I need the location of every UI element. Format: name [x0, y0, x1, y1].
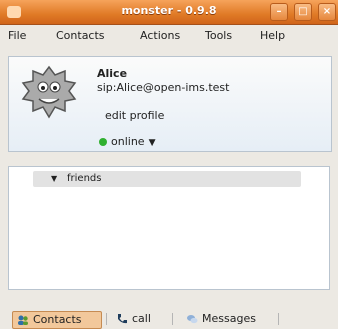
tab-label: Messages — [202, 312, 256, 325]
tab-call[interactable]: call — [112, 311, 162, 327]
menu-contacts[interactable]: Contacts — [56, 29, 105, 42]
menu-bar: File Contacts Actions Tools Help — [0, 25, 338, 47]
phone-icon — [118, 314, 127, 324]
status-selector[interactable]: online ▼ — [99, 135, 155, 148]
menu-help[interactable]: Help — [260, 29, 285, 42]
tab-contacts[interactable]: Contacts — [12, 311, 102, 329]
profile-panel: Alice sip:Alice@open-ims.test edit profi… — [8, 56, 332, 152]
contact-list: ▼ friends — [8, 166, 330, 290]
maximize-button[interactable]: □ — [294, 3, 312, 21]
menu-actions[interactable]: Actions — [140, 29, 180, 42]
title-bar[interactable]: monster - 0.9.8 – □ × — [0, 0, 338, 25]
minimize-button[interactable]: – — [270, 3, 288, 21]
tab-label: Contacts — [33, 313, 82, 326]
tab-label: call — [132, 312, 151, 325]
tab-separator — [172, 313, 173, 325]
status-dot-icon — [99, 138, 107, 146]
tab-separator — [106, 313, 107, 325]
avatar[interactable] — [19, 63, 79, 123]
monster-avatar-icon — [21, 65, 77, 119]
tab-separator — [278, 313, 279, 325]
close-button[interactable]: × — [318, 3, 336, 21]
group-label: friends — [67, 173, 102, 184]
group-header-friends[interactable]: ▼ friends — [33, 171, 301, 187]
status-label: online — [111, 135, 145, 148]
profile-sip: sip:Alice@open-ims.test — [97, 81, 230, 94]
tab-bar: Contacts call Messages — [0, 305, 338, 329]
contacts-icon — [18, 315, 28, 325]
tab-messages[interactable]: Messages — [182, 311, 272, 327]
menu-tools[interactable]: Tools — [205, 29, 232, 42]
edit-profile-link[interactable]: edit profile — [105, 109, 164, 122]
chevron-down-icon: ▼ — [148, 138, 156, 148]
profile-name: Alice — [97, 67, 128, 80]
messages-icon — [187, 315, 198, 324]
group-expand-icon[interactable]: ▼ — [51, 174, 57, 183]
menu-file[interactable]: File — [8, 29, 26, 42]
